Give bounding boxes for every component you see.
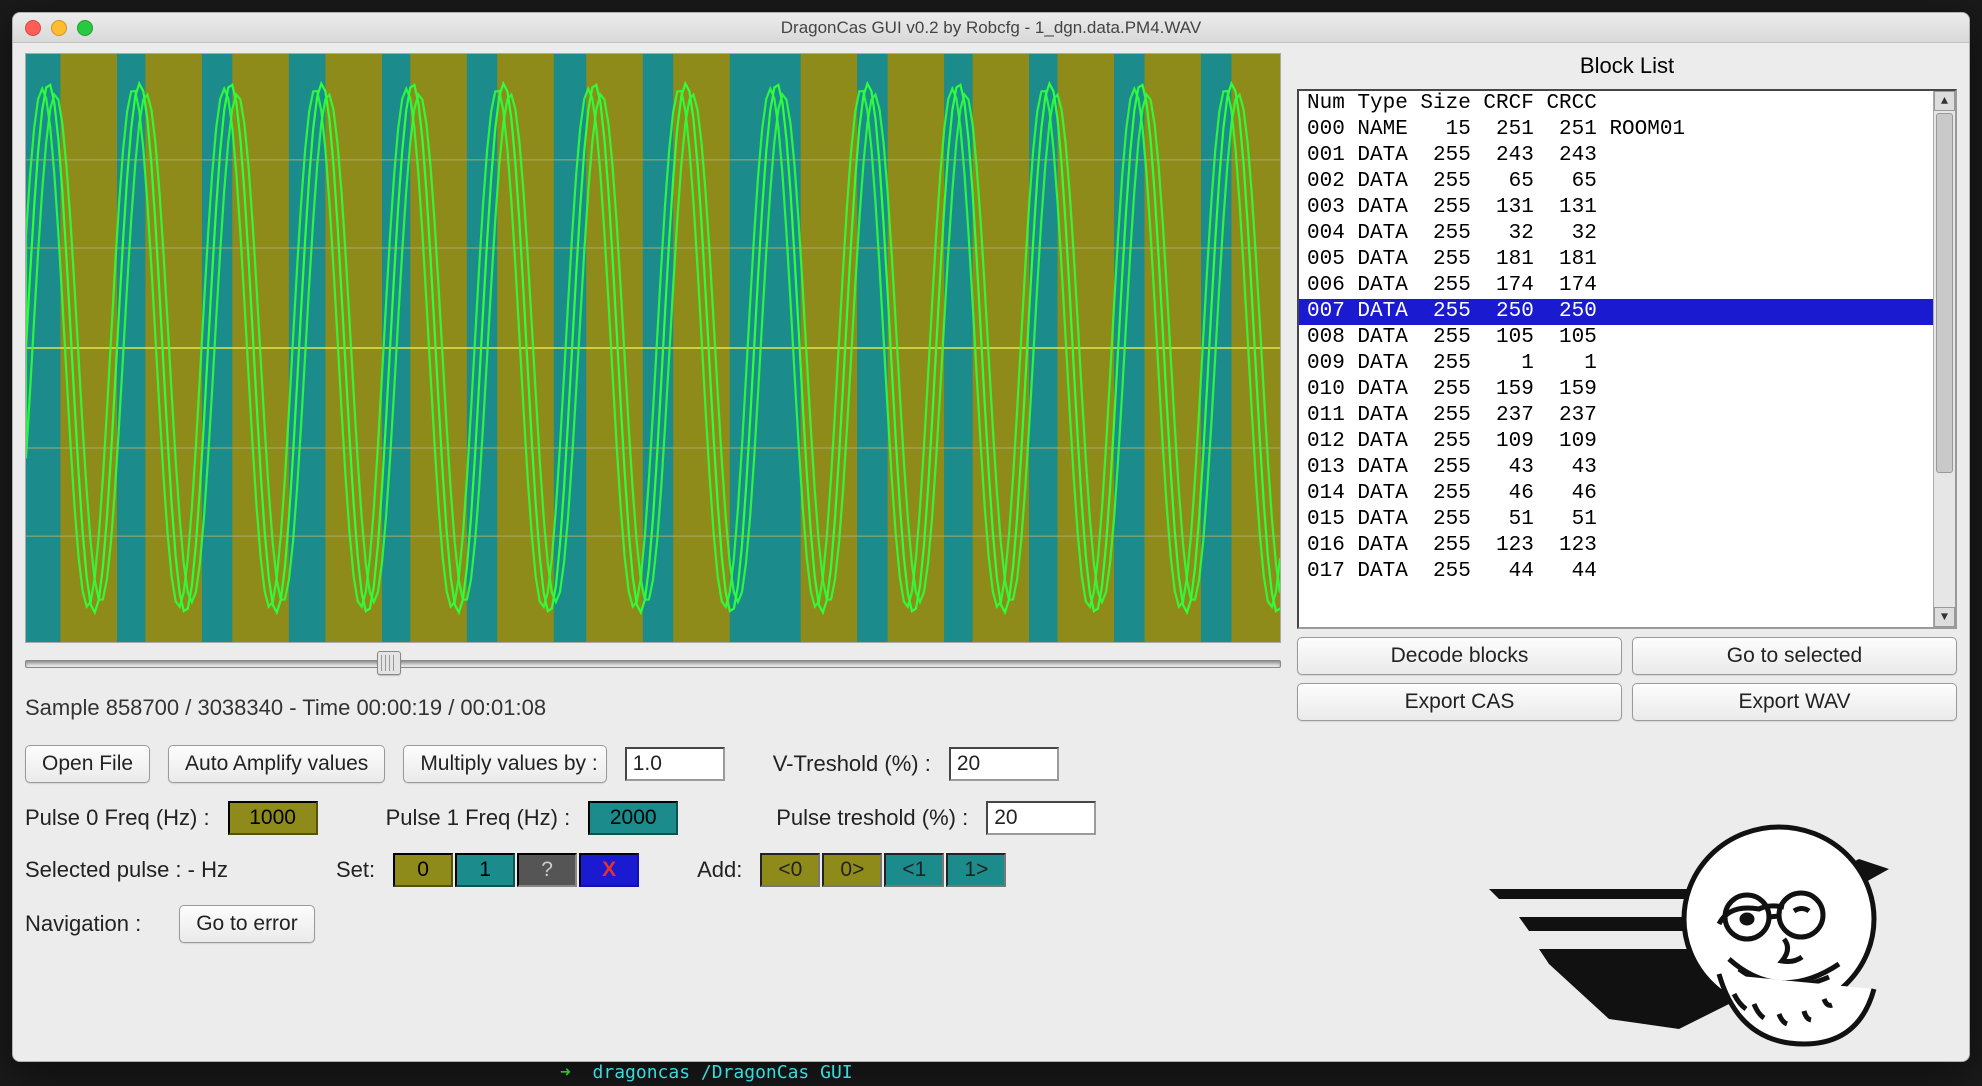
- block-list-row[interactable]: 006 DATA 255 174 174: [1299, 273, 1933, 299]
- slider-thumb[interactable]: [377, 651, 401, 675]
- selected-pulse-label: Selected pulse : - Hz: [25, 857, 228, 883]
- set-label: Set:: [336, 857, 375, 883]
- block-list-row[interactable]: 004 DATA 255 32 32: [1299, 221, 1933, 247]
- background-terminal-path: ➜ dragoncas /DragonCas GUI: [560, 1062, 853, 1083]
- block-list-row[interactable]: 003 DATA 255 131 131: [1299, 195, 1933, 221]
- block-list-row[interactable]: 016 DATA 255 123 123: [1299, 533, 1933, 559]
- multiply-value-input[interactable]: [625, 747, 725, 781]
- add-button-group: <00><11>: [760, 853, 1006, 887]
- multiply-values-button[interactable]: Multiply values by :: [403, 745, 606, 783]
- export-wav-button[interactable]: Export WAV: [1632, 683, 1957, 721]
- block-list-row[interactable]: 015 DATA 255 51 51: [1299, 507, 1933, 533]
- window-title: DragonCas GUI v0.2 by Robcfg - 1_dgn.dat…: [13, 18, 1969, 38]
- vthreshold-label: V-Treshold (%) :: [773, 751, 931, 777]
- pulse1-label: Pulse 1 Freq (Hz) :: [386, 805, 571, 831]
- block-list-row[interactable]: 001 DATA 255 243 243: [1299, 143, 1933, 169]
- content-area: Sample 858700 / 3038340 - Time 00:00:19 …: [13, 43, 1969, 1061]
- pulse0-value-chip[interactable]: 1000: [228, 801, 318, 835]
- pulse0-label: Pulse 0 Freq (Hz) :: [25, 805, 210, 831]
- slider-track: [25, 660, 1281, 668]
- export-cas-button[interactable]: Export CAS: [1297, 683, 1622, 721]
- position-slider[interactable]: [25, 651, 1281, 675]
- pulse-threshold-input[interactable]: [986, 801, 1096, 835]
- block-list-row[interactable]: 000 NAME 15 251 251 ROOM01: [1299, 117, 1933, 143]
- add-1-button[interactable]: 0>: [822, 853, 882, 887]
- left-column: Sample 858700 / 3038340 - Time 00:00:19 …: [25, 53, 1281, 1049]
- add-2-button[interactable]: <1: [884, 853, 944, 887]
- navigation-label: Navigation :: [25, 911, 141, 937]
- add-label: Add:: [697, 857, 742, 883]
- titlebar: DragonCas GUI v0.2 by Robcfg - 1_dgn.dat…: [13, 13, 1969, 43]
- go-to-error-button[interactable]: Go to error: [179, 905, 315, 943]
- set-1-button[interactable]: 1: [455, 853, 515, 887]
- scroll-thumb[interactable]: [1936, 113, 1953, 473]
- block-list-row[interactable]: 012 DATA 255 109 109: [1299, 429, 1933, 455]
- minimize-icon[interactable]: [51, 20, 67, 36]
- block-list-row[interactable]: 011 DATA 255 237 237: [1299, 403, 1933, 429]
- open-file-button[interactable]: Open File: [25, 745, 150, 783]
- set-?-button[interactable]: ?: [517, 853, 577, 887]
- close-icon[interactable]: [25, 20, 41, 36]
- logo-image: [1479, 799, 1939, 1059]
- go-to-selected-button[interactable]: Go to selected: [1632, 637, 1957, 675]
- block-list-row[interactable]: 010 DATA 255 159 159: [1299, 377, 1933, 403]
- status-text: Sample 858700 / 3038340 - Time 00:00:19 …: [25, 695, 1281, 721]
- block-list[interactable]: Num Type Size CRCF CRCC 000 NAME 15 251 …: [1297, 89, 1957, 629]
- scroll-down-icon[interactable]: ▼: [1934, 607, 1955, 627]
- vthreshold-input[interactable]: [949, 747, 1059, 781]
- set-button-group: 01?X: [393, 853, 639, 887]
- scroll-up-icon[interactable]: ▲: [1934, 91, 1955, 111]
- auto-amplify-button[interactable]: Auto Amplify values: [168, 745, 385, 783]
- app-window: DragonCas GUI v0.2 by Robcfg - 1_dgn.dat…: [12, 12, 1970, 1062]
- add-0-button[interactable]: <0: [760, 853, 820, 887]
- decode-blocks-button[interactable]: Decode blocks: [1297, 637, 1622, 675]
- set-x-button[interactable]: X: [579, 853, 639, 887]
- pulse-threshold-label: Pulse treshold (%) :: [776, 805, 968, 831]
- block-list-row[interactable]: 005 DATA 255 181 181: [1299, 247, 1933, 273]
- block-list-row[interactable]: 013 DATA 255 43 43: [1299, 455, 1933, 481]
- traffic-lights: [25, 20, 93, 36]
- block-list-row[interactable]: 017 DATA 255 44 44: [1299, 559, 1933, 585]
- block-list-row[interactable]: 002 DATA 255 65 65: [1299, 169, 1933, 195]
- pulse1-value-chip[interactable]: 2000: [588, 801, 678, 835]
- block-list-row[interactable]: 014 DATA 255 46 46: [1299, 481, 1933, 507]
- block-list-title: Block List: [1297, 53, 1957, 79]
- block-list-row[interactable]: 009 DATA 255 1 1: [1299, 351, 1933, 377]
- block-list-row[interactable]: 007 DATA 255 250 250: [1299, 299, 1933, 325]
- block-list-header: Num Type Size CRCF CRCC: [1299, 91, 1933, 117]
- controls-area: Open File Auto Amplify values Multiply v…: [25, 745, 1281, 943]
- waveform-view[interactable]: [25, 53, 1281, 643]
- zoom-icon[interactable]: [77, 20, 93, 36]
- block-list-scrollbar[interactable]: ▲ ▼: [1933, 91, 1955, 627]
- block-list-row[interactable]: 008 DATA 255 105 105: [1299, 325, 1933, 351]
- add-3-button[interactable]: 1>: [946, 853, 1006, 887]
- set-0-button[interactable]: 0: [393, 853, 453, 887]
